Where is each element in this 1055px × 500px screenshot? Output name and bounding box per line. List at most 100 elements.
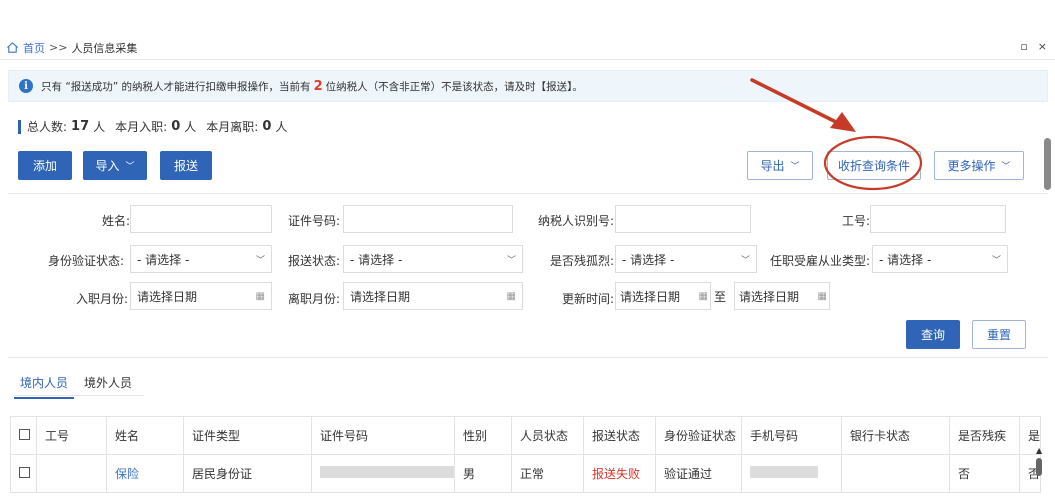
more-actions-button[interactable]: 更多操作 ﹀ — [934, 151, 1024, 180]
cell-verify-status: 验证通过 — [655, 454, 742, 493]
filter-panel: 姓名: 证件号码: 纳税人识别号: 工号: 身份验证状态: - 请选择 - ﹀ … — [8, 193, 1048, 358]
notice-text-post: 位纳税人（不含非正常）不是该状态，请及时【报送】。 — [325, 80, 583, 93]
stats-summary: 总人数: 17 人 本月入职: 0 人 本月离职: 0 人 — [18, 118, 287, 135]
close-icon[interactable]: × — [1038, 40, 1047, 53]
import-button-label: 导入 — [95, 159, 120, 173]
export-button[interactable]: 导出 ﹀ — [747, 151, 813, 180]
col-header-bank[interactable]: 银行卡状态 — [841, 416, 950, 455]
import-button[interactable]: 导入 ﹀ — [83, 151, 147, 180]
table-header-row: 工号 姓名 证件类型 证件号码 性别 人员状态 报送状态 身份验证状态 手机号码… — [10, 416, 1042, 455]
more-actions-label: 更多操作 — [947, 159, 996, 173]
col-header-status[interactable]: 人员状态 — [511, 416, 584, 455]
col-header-verify[interactable]: 身份验证状态 — [655, 416, 742, 455]
cell-empno — [36, 454, 107, 493]
table-row[interactable]: 保险 居民身份证 男 正常 报送失败 验证通过 否 否 — [10, 454, 1042, 493]
table-scroll-up-icon[interactable]: ▲ — [1036, 446, 1042, 455]
col-header-report[interactable]: 报送状态 — [583, 416, 656, 455]
join-month-input[interactable]: 请选择日期 ▦ — [130, 282, 272, 310]
employ-type-select[interactable]: - 请选择 - ﹀ — [872, 245, 1008, 273]
calendar-icon[interactable]: ▦ — [256, 291, 265, 302]
chevron-down-icon: ﹀ — [740, 255, 750, 266]
update-time-label: 更新时间: — [561, 292, 614, 306]
cell-gender: 男 — [454, 454, 512, 493]
verify-status-select[interactable]: - 请选择 - ﹀ — [130, 245, 272, 273]
idno-label: 证件号码: — [287, 214, 340, 228]
stats-total-value: 17 — [71, 119, 90, 134]
top-bar: 首页 >> 人员信息采集 ▫ × — [0, 36, 1055, 60]
collapse-filters-label: 收折查询条件 — [837, 159, 910, 173]
calendar-icon[interactable]: ▦ — [699, 291, 708, 302]
empno-input[interactable] — [870, 205, 1006, 233]
taxid-input[interactable] — [615, 205, 751, 233]
col-header-gender[interactable]: 性别 — [454, 416, 512, 455]
reset-button-label: 重置 — [986, 328, 1011, 342]
disabled-select[interactable]: - 请选择 - ﹀ — [615, 245, 757, 273]
stats-accent-bar — [18, 119, 21, 134]
cell-phone — [741, 454, 842, 493]
verify-status-label: 身份验证状态: — [47, 254, 124, 268]
report-status-value: - 请选择 - — [350, 252, 403, 267]
employ-type-value: - 请选择 - — [879, 252, 932, 267]
leave-month-label: 离职月份: — [287, 292, 340, 306]
cell-report-status: 报送失败 — [583, 454, 656, 493]
submit-button-label: 报送 — [173, 159, 198, 173]
add-button[interactable]: 添加 — [18, 151, 72, 180]
col-header-phone[interactable]: 手机号码 — [741, 416, 842, 455]
add-button-label: 添加 — [32, 159, 57, 173]
col-header-empno[interactable]: 工号 — [36, 416, 107, 455]
update-to-input[interactable]: 请选择日期 ▦ — [734, 282, 830, 310]
chevron-down-icon: ﹀ — [506, 255, 516, 266]
chevron-down-icon: ﹀ — [790, 162, 800, 172]
masked-phone — [750, 466, 818, 478]
stats-leave-label: 本月离职: — [206, 120, 259, 134]
chevron-down-icon: ﹀ — [125, 162, 135, 172]
select-all-checkbox[interactable] — [19, 428, 30, 440]
range-to-text: 至 — [714, 290, 727, 304]
cell-name[interactable]: 保险 — [106, 454, 184, 493]
col-header-disabled[interactable]: 是否残疾 — [949, 416, 1020, 455]
chevron-down-icon: ﹀ — [255, 255, 265, 266]
reset-button[interactable]: 重置 — [972, 320, 1026, 349]
person-table: 工号 姓名 证件类型 证件号码 性别 人员状态 报送状态 身份验证状态 手机号码… — [10, 416, 1042, 493]
col-header-idtype[interactable]: 证件类型 — [183, 416, 312, 455]
breadcrumb-home[interactable]: 首页 — [23, 40, 45, 56]
col-header-name[interactable]: 姓名 — [106, 416, 184, 455]
join-month-value: 请选择日期 — [137, 289, 198, 304]
page-scrollbar-thumb[interactable] — [1044, 138, 1051, 190]
calendar-icon[interactable]: ▦ — [818, 291, 827, 302]
collapse-filters-button[interactable]: 收折查询条件 — [827, 151, 921, 180]
stats-join-value: 0 — [171, 119, 181, 134]
verify-status-value: - 请选择 - — [137, 252, 190, 267]
table-scrollbar-thumb[interactable] — [1036, 458, 1042, 476]
calendar-icon[interactable]: ▦ — [507, 291, 516, 302]
notice-banner: i 只有 “报送成功” 的纳税人才能进行扣缴申报操作，当前有 2 位纳税人（不含… — [8, 70, 1048, 102]
restore-icon[interactable]: ▫ — [1020, 40, 1027, 53]
taxid-label: 纳税人识别号: — [537, 214, 614, 228]
col-header-idno[interactable]: 证件号码 — [311, 416, 455, 455]
update-from-value: 请选择日期 — [620, 289, 681, 304]
disabled-label: 是否残孤烈: — [549, 254, 614, 268]
query-button[interactable]: 查询 — [906, 320, 960, 349]
breadcrumb-separator: >> — [49, 41, 68, 54]
update-from-input[interactable]: 请选择日期 ▦ — [615, 282, 711, 310]
stats-leave-value: 0 — [262, 119, 272, 134]
query-button-label: 查询 — [920, 328, 945, 342]
idno-input[interactable] — [343, 205, 513, 233]
stats-total-unit: 人 — [93, 120, 106, 134]
row-checkbox-cell[interactable] — [10, 454, 37, 493]
submit-button[interactable]: 报送 — [160, 151, 212, 180]
name-input[interactable] — [130, 205, 272, 233]
report-status-select[interactable]: - 请选择 - ﹀ — [343, 245, 523, 273]
select-all-checkbox-cell[interactable] — [10, 416, 37, 455]
tabs-divider — [14, 395, 144, 396]
export-button-label: 导出 — [760, 159, 785, 173]
home-icon[interactable] — [6, 41, 19, 54]
notice-count: 2 — [313, 78, 323, 94]
stats-join-unit: 人 — [184, 120, 197, 134]
report-status-label: 报送状态: — [287, 254, 340, 268]
disabled-value: - 请选择 - — [622, 252, 675, 267]
update-to-value: 请选择日期 — [739, 289, 800, 304]
cell-status: 正常 — [511, 454, 584, 493]
leave-month-input[interactable]: 请选择日期 ▦ — [343, 282, 523, 310]
row-checkbox[interactable] — [19, 466, 30, 478]
